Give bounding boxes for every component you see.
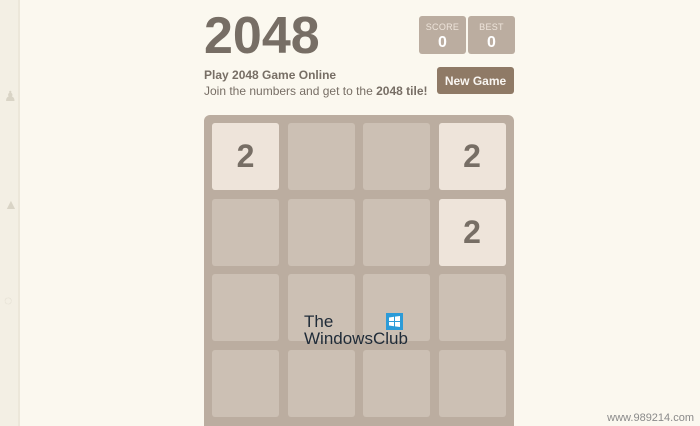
- grid-cell: [287, 198, 355, 266]
- margin-edge: [18, 0, 20, 426]
- windows-logo-icon: [386, 313, 403, 330]
- grid-cell: [212, 274, 279, 341]
- score-label: SCORE: [425, 22, 460, 32]
- grid-cell: [438, 349, 506, 417]
- tile: 2: [438, 198, 506, 266]
- grid-cell: [363, 349, 430, 417]
- best-score-box: BEST 0: [468, 16, 515, 54]
- grid-cell: [287, 349, 355, 417]
- left-page-margin: ♟ ▲ ◌: [0, 0, 20, 426]
- new-game-button[interactable]: New Game: [437, 67, 514, 94]
- grid-cell: [287, 123, 355, 190]
- footer-url: www.989214.com: [607, 412, 694, 424]
- game-intro: Join the numbers and get to the 2048 til…: [204, 84, 428, 98]
- score-value: 0: [438, 34, 447, 51]
- intro-text: Join the numbers and get to the: [204, 84, 377, 98]
- score-box: SCORE 0: [419, 16, 466, 54]
- watermark-line2: WindowsClub: [304, 329, 408, 348]
- decorative-icon: ▲: [4, 196, 18, 212]
- grid-cell: [212, 349, 279, 417]
- best-label: BEST: [479, 22, 504, 32]
- grid-cell: [363, 123, 430, 190]
- intro-goal: 2048 tile!: [376, 84, 428, 98]
- tile: 2: [438, 123, 506, 190]
- decorative-icon: ◌: [4, 292, 13, 308]
- tile: 2: [212, 123, 279, 190]
- best-value: 0: [487, 34, 496, 51]
- watermark: The WindowsClub: [304, 313, 408, 347]
- grid-cell: [438, 274, 506, 341]
- decorative-icon: ♟: [4, 88, 17, 104]
- grid-cell: [212, 198, 279, 266]
- game-board[interactable]: 2 2 2: [204, 115, 514, 426]
- game-title: 2048: [204, 7, 320, 65]
- game-subtitle: Play 2048 Game Online: [204, 68, 337, 82]
- grid-cell: [363, 198, 430, 266]
